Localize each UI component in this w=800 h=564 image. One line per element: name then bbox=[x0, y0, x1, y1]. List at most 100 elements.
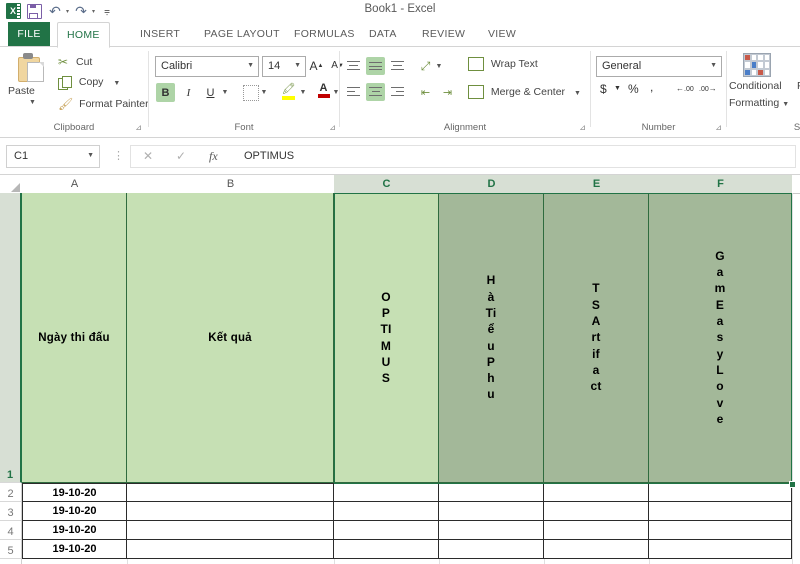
currency-dropdown-icon[interactable]: ▼ bbox=[614, 85, 621, 92]
cell-a1[interactable]: Ngày thi đấu bbox=[22, 193, 127, 483]
tab-review[interactable]: REVIEW bbox=[413, 22, 474, 47]
italic-button[interactable]: I bbox=[179, 83, 198, 102]
cell-b1[interactable]: Kết quả bbox=[127, 193, 334, 483]
column-header-f[interactable]: F bbox=[649, 175, 793, 195]
currency-button[interactable]: $ bbox=[600, 82, 607, 96]
cell-a4[interactable]: 19-10-20 bbox=[22, 521, 127, 540]
row-header-5[interactable]: 5 bbox=[0, 540, 22, 559]
merge-center-button[interactable]: Merge & Center ▼ bbox=[468, 85, 581, 99]
cell-d3[interactable] bbox=[439, 502, 544, 521]
bottom-align-button[interactable] bbox=[388, 57, 407, 75]
conditional-formatting-label2[interactable]: Formatting ▼ bbox=[729, 97, 789, 109]
increase-indent-button[interactable]: ⇥ bbox=[438, 83, 457, 101]
column-header-d[interactable]: D bbox=[439, 175, 545, 195]
alignment-dialog-launcher[interactable]: ⊿ bbox=[579, 123, 586, 132]
middle-align-button[interactable] bbox=[366, 57, 385, 75]
cell-b2[interactable] bbox=[127, 483, 334, 502]
row-header-2[interactable]: 2 bbox=[0, 483, 22, 502]
column-header-a[interactable]: A bbox=[22, 175, 128, 194]
column-header-b[interactable]: B bbox=[127, 175, 335, 194]
fill-handle[interactable] bbox=[789, 481, 796, 488]
underline-button[interactable]: U bbox=[201, 83, 220, 102]
cell-f3[interactable] bbox=[649, 502, 792, 521]
cell-b3[interactable] bbox=[127, 502, 334, 521]
copy-button[interactable]: Copy ▼ bbox=[58, 76, 120, 91]
cell-d1[interactable]: Hà Tiểu Phu bbox=[439, 193, 544, 483]
tab-formulas[interactable]: FORMULAS bbox=[285, 22, 364, 47]
borders-dropdown-icon[interactable]: ▼ bbox=[259, 83, 269, 102]
insert-function-icon[interactable]: fx bbox=[209, 149, 218, 164]
font-dialog-launcher[interactable]: ⊿ bbox=[329, 123, 336, 132]
borders-button[interactable] bbox=[241, 83, 260, 102]
clipboard-dialog-launcher[interactable]: ⊿ bbox=[135, 123, 142, 132]
cell-c1[interactable]: OPTIMUS bbox=[334, 193, 439, 483]
align-right-button[interactable] bbox=[388, 83, 407, 101]
row-header-4[interactable]: 4 bbox=[0, 521, 22, 540]
formula-bar-handle[interactable]: ⋮ bbox=[113, 149, 124, 162]
format-painter-button[interactable]: 🖌 Format Painter bbox=[58, 97, 149, 111]
bold-button[interactable]: B bbox=[156, 83, 175, 102]
cell-f2[interactable] bbox=[649, 483, 792, 502]
font-name-input[interactable]: Calibri ▼ bbox=[155, 56, 259, 77]
copy-dropdown-icon[interactable]: ▼ bbox=[113, 80, 120, 87]
cell-f4[interactable] bbox=[649, 521, 792, 540]
cut-button[interactable]: ✂ Cut bbox=[58, 55, 92, 69]
paste-dropdown-icon[interactable]: ▼ bbox=[29, 99, 36, 106]
cell-d5[interactable] bbox=[439, 540, 544, 559]
tab-view[interactable]: VIEW bbox=[479, 22, 525, 47]
underline-dropdown-icon[interactable]: ▼ bbox=[220, 83, 230, 102]
tab-insert[interactable]: INSERT bbox=[131, 22, 189, 47]
cell-c2[interactable] bbox=[334, 483, 439, 502]
name-box-dropdown-icon[interactable]: ▼ bbox=[87, 152, 94, 159]
row-header-3[interactable]: 3 bbox=[0, 502, 22, 521]
cell-e2[interactable] bbox=[544, 483, 649, 502]
orientation-dropdown-icon[interactable]: ▼ bbox=[434, 57, 444, 75]
top-align-button[interactable] bbox=[344, 57, 363, 75]
conditional-formatting-button[interactable]: Conditional bbox=[729, 80, 782, 92]
cell-e1[interactable]: TS Artifact bbox=[544, 193, 649, 483]
name-box[interactable]: C1 ▼ bbox=[6, 145, 100, 168]
increase-decimal-button[interactable]: ←.00 bbox=[676, 83, 694, 93]
tab-home[interactable]: HOME bbox=[57, 22, 110, 48]
cancel-formula-icon[interactable]: ✕ bbox=[143, 149, 153, 163]
wrap-text-button[interactable]: Wrap Text bbox=[468, 57, 538, 71]
column-header-e[interactable]: E bbox=[544, 175, 650, 195]
cell-e3[interactable] bbox=[544, 502, 649, 521]
paste-icon[interactable] bbox=[18, 53, 44, 82]
tab-page-layout[interactable]: PAGE LAYOUT bbox=[195, 22, 289, 47]
cell-a5[interactable]: 19-10-20 bbox=[22, 540, 127, 559]
cell-c5[interactable] bbox=[334, 540, 439, 559]
merge-dropdown-icon[interactable]: ▼ bbox=[574, 90, 581, 97]
cell-a3[interactable]: 19-10-20 bbox=[22, 502, 127, 521]
row-header-1[interactable]: 1 bbox=[0, 193, 22, 483]
tab-file[interactable]: FILE bbox=[8, 22, 50, 47]
align-center-button[interactable] bbox=[366, 83, 385, 101]
orientation-button[interactable]: ⤢ bbox=[416, 57, 435, 75]
number-format-select[interactable]: General ▼ bbox=[596, 56, 722, 77]
accept-formula-icon[interactable]: ✓ bbox=[176, 149, 186, 163]
fill-color-dropdown-icon[interactable]: ▼ bbox=[298, 83, 308, 102]
paste-button[interactable]: Paste bbox=[8, 85, 35, 97]
cell-b5[interactable] bbox=[127, 540, 334, 559]
column-header-c[interactable]: C bbox=[334, 175, 440, 195]
number-dialog-launcher[interactable]: ⊿ bbox=[715, 123, 722, 132]
column-header-g[interactable] bbox=[792, 175, 800, 194]
percent-button[interactable]: % bbox=[628, 82, 639, 96]
cell-e4[interactable] bbox=[544, 521, 649, 540]
cell-f5[interactable] bbox=[649, 540, 792, 559]
comma-style-button[interactable]: , bbox=[650, 80, 653, 94]
align-left-button[interactable] bbox=[344, 83, 363, 101]
cell-d4[interactable] bbox=[439, 521, 544, 540]
font-size-input[interactable]: 14 ▼ bbox=[262, 56, 306, 77]
cell-d2[interactable] bbox=[439, 483, 544, 502]
fill-color-button[interactable]: 🖍 bbox=[279, 81, 298, 100]
tab-data[interactable]: DATA bbox=[360, 22, 406, 47]
cell-c4[interactable] bbox=[334, 521, 439, 540]
formula-input[interactable]: OPTIMUS bbox=[236, 145, 796, 168]
cell-c3[interactable] bbox=[334, 502, 439, 521]
cell-a2[interactable]: 19-10-20 bbox=[22, 483, 127, 502]
decrease-indent-button[interactable]: ⇤ bbox=[416, 83, 435, 101]
increase-font-size-button[interactable]: A ▲ bbox=[307, 56, 326, 75]
cell-f1[interactable]: Gam EasyLove bbox=[649, 193, 792, 483]
row-header-6[interactable] bbox=[0, 559, 22, 564]
